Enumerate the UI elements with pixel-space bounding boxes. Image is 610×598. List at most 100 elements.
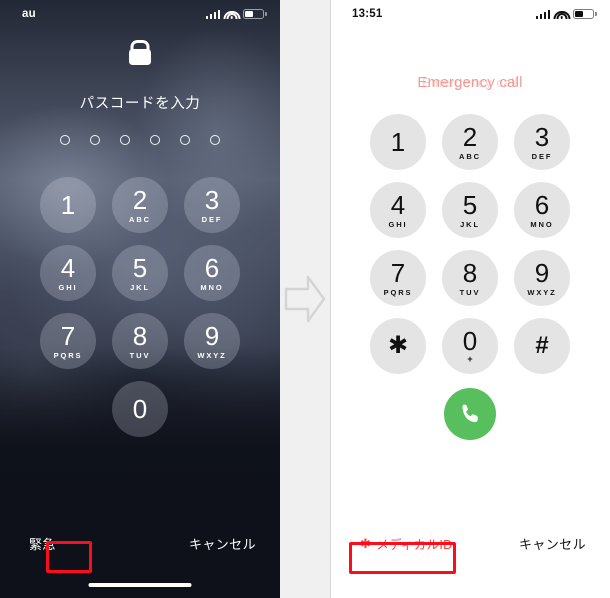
key-letters: GHI <box>388 219 408 229</box>
passcode-dot <box>90 135 100 145</box>
dialpad-key-2[interactable]: 2 ABC <box>434 114 506 170</box>
home-indicator <box>88 582 192 587</box>
key-digit: 0 <box>462 326 478 356</box>
emergency-call-label: Emergency call <box>417 74 523 91</box>
key-digit: 4 <box>390 189 406 220</box>
keypad-key-7[interactable]: 7 PQRS <box>32 313 104 369</box>
key-digit: 3 <box>534 121 550 152</box>
medical-id-label: メディカルID <box>376 537 453 552</box>
passcode-dot <box>180 135 190 145</box>
dialpad-key-3[interactable]: 3 DEF <box>506 114 578 170</box>
lock-closed-icon <box>129 40 151 65</box>
passcode-dot <box>150 135 160 145</box>
key-letters: GHI <box>58 282 78 292</box>
status-icons-right <box>535 8 597 20</box>
iphone-emergency-call-dialer: 13:51 Emergency call Emergency call 1 2 … <box>330 0 610 598</box>
comparison-stage: au パスコードを入力 1 2 ABC 3 DEF 4 GHI 5 JKL 6 … <box>0 0 610 598</box>
key-letters: DEF <box>531 151 553 161</box>
emergency-button[interactable]: 緊急 <box>24 531 61 556</box>
keypad-key-9[interactable]: 9 WXYZ <box>176 313 248 369</box>
cellular-signal-icon <box>205 9 220 19</box>
phone-handset-icon <box>461 404 478 422</box>
key-digit: 0 <box>132 394 148 424</box>
key-digit: 2 <box>132 184 148 215</box>
key-digit: 2 <box>462 121 478 152</box>
key-letters: + <box>467 354 473 364</box>
key-digit: 5 <box>132 252 148 283</box>
key-letters: TUV <box>129 350 151 360</box>
keypad-key-6[interactable]: 6 MNO <box>176 245 248 301</box>
key-letters: JKL <box>130 282 150 292</box>
dialpad-key-5[interactable]: 5 JKL <box>434 182 506 238</box>
key-digit: 8 <box>462 257 478 288</box>
dialpad-key-star[interactable]: ✱ <box>362 318 434 374</box>
key-digit: 3 <box>204 184 220 215</box>
key-digit: 8 <box>132 320 148 351</box>
passcode-keypad: 1 2 ABC 3 DEF 4 GHI 5 JKL 6 MNO 7 PQRS 8… <box>0 177 280 437</box>
key-letters: ABC <box>129 214 151 224</box>
dialpad-key-9[interactable]: 9 WXYZ <box>506 250 578 306</box>
passcode-dot <box>120 135 130 145</box>
key-letters: TUV <box>459 287 481 297</box>
key-letters: PQRS <box>383 287 413 297</box>
key-letters: PQRS <box>53 350 83 360</box>
battery-icon <box>573 8 597 20</box>
key-letters: WXYZ <box>197 350 227 360</box>
cancel-button[interactable]: キャンセル <box>189 534 256 553</box>
key-digit: 5 <box>462 189 478 220</box>
key-letters: MNO <box>530 219 554 229</box>
dialpad-key-hash[interactable]: # <box>506 318 578 374</box>
key-digit: 9 <box>534 257 550 288</box>
key-digit: 1 <box>390 127 406 157</box>
emergency-dialpad: 1 2 ABC 3 DEF 4 GHI 5 JKL 6 MNO 7 PQRS 8… <box>330 114 610 374</box>
dialpad-key-6[interactable]: 6 MNO <box>506 182 578 238</box>
keypad-key-0[interactable]: 0 <box>104 381 176 437</box>
dialpad-key-7[interactable]: 7 PQRS <box>362 250 434 306</box>
emergency-call-header: Emergency call Emergency call <box>330 74 610 96</box>
passcode-dot <box>210 135 220 145</box>
key-letters: MNO <box>200 282 224 292</box>
call-button[interactable] <box>444 388 496 440</box>
key-digit: # <box>535 332 549 359</box>
passcode-prompt-title: パスコードを入力 <box>79 96 201 112</box>
battery-icon <box>243 8 267 20</box>
keypad-key-1[interactable]: 1 <box>32 177 104 233</box>
carrier-label: au <box>22 8 36 20</box>
asterisk-icon: ✱ <box>360 535 372 551</box>
medical-id-button[interactable]: ✱ メディカルID <box>354 531 458 556</box>
key-digit: 6 <box>204 252 220 283</box>
key-digit: 7 <box>60 320 76 351</box>
clock-label: 13:51 <box>352 8 383 20</box>
dialpad-key-1[interactable]: 1 <box>362 114 434 170</box>
keypad-key-2[interactable]: 2 ABC <box>104 177 176 233</box>
lock-icon-row <box>0 40 280 65</box>
key-digit: ✱ <box>387 332 409 359</box>
keypad-key-3[interactable]: 3 DEF <box>176 177 248 233</box>
wifi-icon <box>553 9 570 19</box>
key-letters: DEF <box>201 214 223 224</box>
arrow-right-icon <box>282 268 328 330</box>
passcode-dot <box>60 135 70 145</box>
key-digit: 4 <box>60 252 76 283</box>
call-button-row <box>330 388 610 440</box>
key-letters: JKL <box>460 219 480 229</box>
keypad-key-4[interactable]: 4 GHI <box>32 245 104 301</box>
status-icons-left <box>205 8 267 20</box>
iphone-lock-screen-passcode: au パスコードを入力 1 2 ABC 3 DEF 4 GHI 5 JKL 6 … <box>0 0 280 598</box>
keypad-key-5[interactable]: 5 JKL <box>104 245 176 301</box>
cellular-signal-icon <box>535 9 550 19</box>
key-letters: WXYZ <box>527 287 557 297</box>
dialpad-key-0[interactable]: 0 + <box>434 318 506 374</box>
key-letters: ABC <box>459 151 481 161</box>
key-digit: 7 <box>390 257 406 288</box>
dialpad-key-4[interactable]: 4 GHI <box>362 182 434 238</box>
wifi-icon <box>223 9 240 19</box>
panel-divider <box>330 0 331 598</box>
keypad-key-8[interactable]: 8 TUV <box>104 313 176 369</box>
status-bar-right: 13:51 <box>330 0 610 28</box>
cancel-button[interactable]: キャンセル <box>519 534 586 553</box>
key-digit: 1 <box>60 190 76 220</box>
key-digit: 9 <box>204 320 220 351</box>
lockscreen-bottom-bar: 緊急 キャンセル <box>0 526 280 560</box>
dialpad-key-8[interactable]: 8 TUV <box>434 250 506 306</box>
